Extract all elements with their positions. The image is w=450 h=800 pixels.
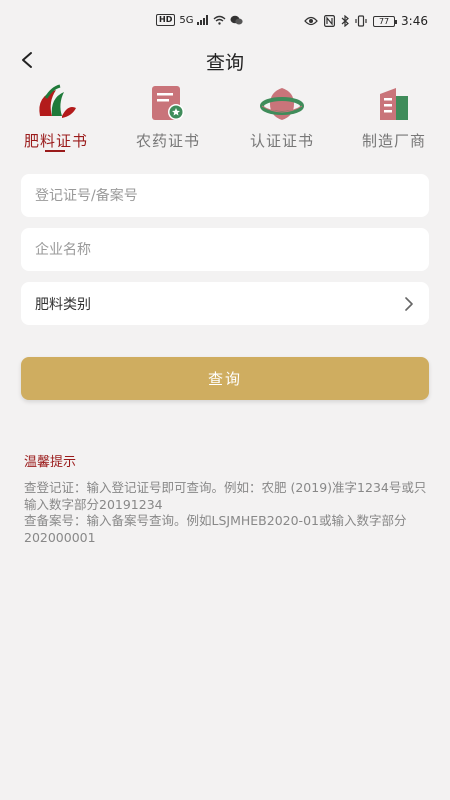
registration-number-input[interactable] <box>35 187 415 204</box>
battery-icon: 77 <box>373 15 398 27</box>
fertilizer-category-select[interactable]: 肥料类别 <box>21 282 429 325</box>
tab-fertilizer-certificate[interactable]: 肥料证书 <box>6 80 106 158</box>
fertilizer-leaf-icon <box>39 84 76 118</box>
signal-icon <box>197 15 209 25</box>
company-name-input[interactable] <box>35 241 415 258</box>
status-indicators-right: 77 3:46 <box>304 14 428 28</box>
tips-line-filing: 查备案号：输入备案号查询。例如LSJMHEB2020-01或输入数字部分2020… <box>24 513 407 545</box>
tab-label: 农药证书 <box>135 132 200 150</box>
tab-certification-certificate[interactable]: 认证证书 <box>232 80 332 158</box>
certificate-badge-icon <box>152 86 184 120</box>
wifi-icon <box>213 15 226 25</box>
tips-text: 查登记证：输入登记证号即可查询。例如：农肥 (2019)准字1234号或只输入数… <box>24 480 434 546</box>
status-indicators-left: HD 5G <box>156 14 244 26</box>
nav-bar: 查询 <box>0 42 450 78</box>
wechat-icon <box>230 15 244 24</box>
tab-label: 肥料证书 <box>23 132 88 150</box>
hd-badge: HD <box>156 14 176 26</box>
tips-line-registration: 查登记证：输入登记证号即可查询。例如：农肥 (2019)准字1234号或只输入数… <box>24 480 427 512</box>
clock: 3:46 <box>401 14 428 28</box>
query-button[interactable]: 查询 <box>21 357 429 400</box>
tab-label: 认证证书 <box>249 132 314 150</box>
nfc-icon <box>324 15 336 27</box>
tab-label: 制造厂商 <box>361 132 426 150</box>
company-name-field[interactable] <box>21 228 429 271</box>
vibrate-icon <box>355 15 367 27</box>
bluetooth-icon <box>341 15 349 27</box>
status-bar: HD 5G 77 3:46 <box>0 0 450 42</box>
page-title: 查询 <box>205 52 244 74</box>
registration-number-field[interactable] <box>21 174 429 217</box>
fertilizer-category-label: 肥料类别 <box>35 296 91 313</box>
certificate-tabs: 肥料证书 农药证书 认证证书 制造厂商 <box>0 80 450 160</box>
factory-building-icon <box>380 88 408 120</box>
eye-icon <box>304 16 318 26</box>
signal-label: 5G <box>179 14 194 26</box>
tab-pesticide-certificate[interactable]: 农药证书 <box>118 80 218 158</box>
tips-title: 温馨提示 <box>24 455 77 470</box>
tab-manufacturer[interactable]: 制造厂商 <box>344 80 444 158</box>
chevron-right-icon <box>405 296 413 311</box>
certification-ring-icon <box>260 88 304 120</box>
active-tab-indicator <box>45 150 65 152</box>
